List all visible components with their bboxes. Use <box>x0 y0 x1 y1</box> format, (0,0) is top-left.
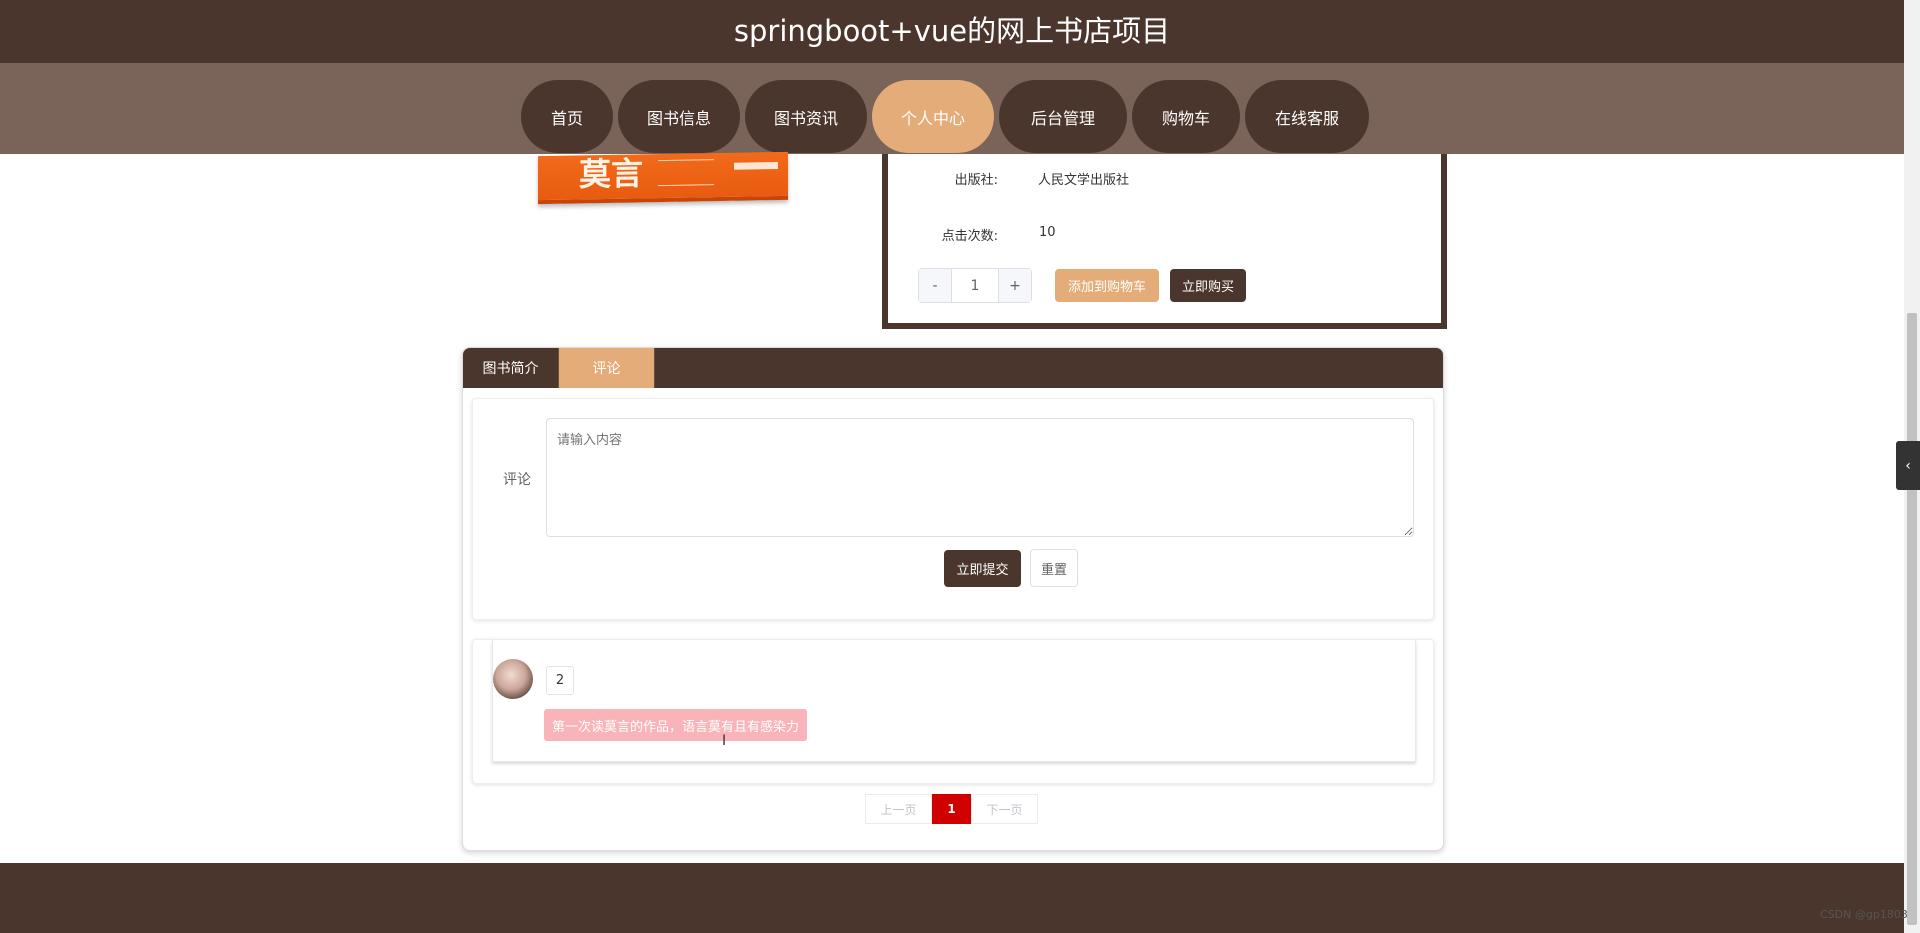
nav-cart[interactable]: 购物车 <box>1132 80 1240 153</box>
tabs-header: 图书简介 评论 <box>463 348 1443 388</box>
prev-page-button[interactable]: 上一页 <box>865 794 932 824</box>
site-title: springboot+vue的网上书店项目 <box>733 14 1171 48</box>
publisher-value: 人民文学出版社 <box>1038 173 1130 188</box>
page-number-button[interactable]: 1 <box>932 794 971 824</box>
nav-personal-center[interactable]: 个人中心 <box>872 80 994 153</box>
cover-title: 莫言 <box>579 154 644 194</box>
tab-comments[interactable]: 评论 <box>559 348 655 388</box>
comment-label: 评论 <box>503 472 531 488</box>
submit-button[interactable]: 立即提交 <box>944 550 1021 587</box>
next-page-button[interactable]: 下一页 <box>971 794 1038 824</box>
side-panel-toggle[interactable]: ‹ <box>1896 441 1920 490</box>
chevron-left-icon: ‹ <box>1905 457 1911 474</box>
buy-now-button[interactable]: 立即购买 <box>1170 269 1246 302</box>
main-nav: 首页 图书信息 图书资讯 个人中心 后台管理 购物车 在线客服 <box>0 63 1904 154</box>
comment-list: 2 第一次读莫言的作品，语言莫有且有感染力 <box>472 639 1434 784</box>
nav-home[interactable]: 首页 <box>521 80 613 153</box>
publisher-label: 出版社: <box>954 173 998 188</box>
reset-button[interactable]: 重置 <box>1030 549 1078 587</box>
comment-username: 2 <box>546 666 574 695</box>
text-cursor-icon: I <box>722 733 727 749</box>
book-tabs-card: 图书简介 评论 评论 立即提交 重置 2 第一次读莫言的作品，语言莫有且有感染力… <box>462 347 1444 851</box>
nav-admin[interactable]: 后台管理 <box>999 80 1127 153</box>
list-item: 2 第一次读莫言的作品，语言莫有且有感染力 <box>492 640 1416 762</box>
book-cover-image: 莫言 <box>538 151 788 205</box>
comment-input[interactable] <box>546 418 1414 537</box>
clicks-label: 点击次数: <box>941 229 998 244</box>
comment-form: 评论 立即提交 重置 <box>472 398 1434 620</box>
clicks-value: 10 <box>1039 225 1056 240</box>
nav-book-news[interactable]: 图书资讯 <box>745 80 867 153</box>
add-to-cart-button[interactable]: 添加到购物车 <box>1055 269 1159 302</box>
cover-decoration <box>658 159 714 187</box>
quantity-decrease-button[interactable]: - <box>919 269 952 302</box>
site-footer <box>0 863 1904 933</box>
nav-book-info[interactable]: 图书信息 <box>618 80 740 153</box>
quantity-increase-button[interactable]: + <box>998 269 1031 302</box>
cover-publisher-mark <box>734 161 778 170</box>
quantity-input[interactable]: 1 <box>952 269 998 302</box>
site-header: springboot+vue的网上书店项目 <box>0 0 1904 63</box>
watermark: CSDN @gp1803 <box>1820 908 1908 921</box>
tab-book-intro[interactable]: 图书简介 <box>463 348 559 388</box>
quantity-stepper: - 1 + <box>918 268 1032 303</box>
scrollbar-thumb[interactable] <box>1907 313 1917 925</box>
comment-content: 第一次读莫言的作品，语言莫有且有感染力 <box>544 709 808 741</box>
avatar <box>493 659 533 699</box>
book-info-panel: 出版社: 人民文学出版社 点击次数: 10 - 1 + 添加到购物车 立即购买 <box>882 154 1447 329</box>
pagination: 上一页 1 下一页 <box>865 794 1038 824</box>
nav-customer-service[interactable]: 在线客服 <box>1245 80 1369 153</box>
